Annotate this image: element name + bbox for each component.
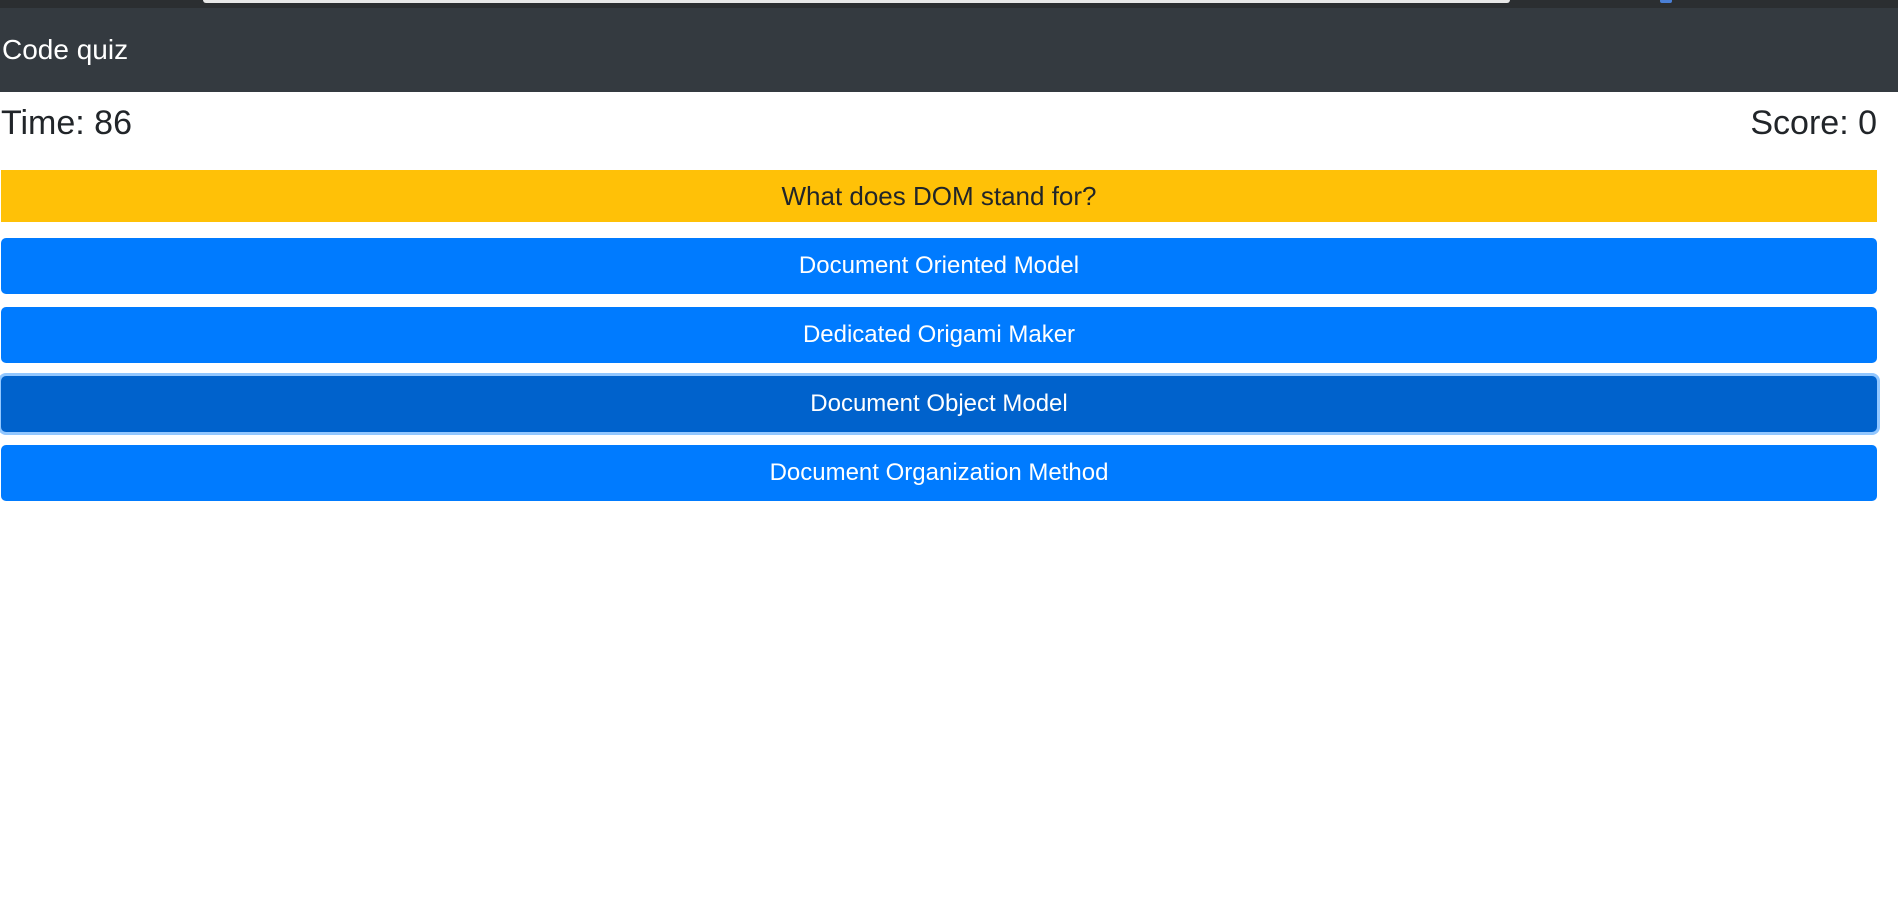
- answer-button-3[interactable]: Document Object Model: [1, 376, 1877, 432]
- browser-chrome-strip: [0, 0, 1898, 8]
- app-title[interactable]: Code quiz: [0, 34, 128, 66]
- question-text: What does DOM stand for?: [781, 180, 1097, 211]
- answer-button-2[interactable]: Dedicated Origami Maker: [1, 307, 1877, 363]
- stats-bar: Time: 86 Score: 0: [0, 98, 1877, 148]
- score-display: Score: 0: [1750, 103, 1877, 142]
- address-bar[interactable]: [203, 0, 1510, 3]
- answer-button-1[interactable]: Document Oriented Model: [1, 238, 1877, 294]
- question-banner: What does DOM stand for?: [1, 170, 1877, 222]
- navbar: Code quiz: [0, 8, 1898, 92]
- answer-button-4[interactable]: Document Organization Method: [1, 445, 1877, 501]
- timer-display: Time: 86: [1, 103, 133, 142]
- extension-icon[interactable]: [1660, 0, 1672, 3]
